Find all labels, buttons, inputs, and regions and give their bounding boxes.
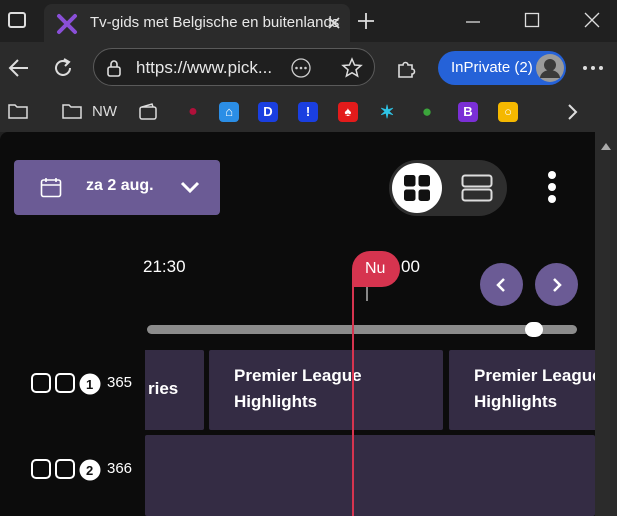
channel-logo-icon	[31, 373, 51, 393]
now-indicator-badge[interactable]: Nu	[352, 251, 400, 287]
favorite-red-icon[interactable]: ●	[183, 102, 203, 122]
program-card[interactable]: Premier League Highlights	[449, 350, 595, 430]
favorite-circle-icon[interactable]: ○	[498, 102, 518, 122]
grid-view-button[interactable]	[392, 163, 442, 213]
folder-icon[interactable]	[8, 102, 28, 120]
next-time-button[interactable]	[535, 263, 578, 306]
channel-number: 366	[107, 460, 133, 477]
channel-logo-icon	[31, 459, 51, 479]
timeline-scrollbar[interactable]	[147, 322, 577, 337]
list-view-icon[interactable]	[461, 174, 493, 202]
channel-number: 365	[107, 374, 133, 391]
extensions-icon[interactable]	[395, 56, 419, 80]
date-picker-button[interactable]: za 2 aug.	[14, 160, 220, 215]
timeline-time-label: 00	[401, 257, 420, 276]
favorite-d-icon[interactable]: D	[258, 102, 278, 122]
folder-icon	[62, 104, 82, 119]
favorite-label: NW	[92, 103, 117, 120]
chevron-left-icon	[496, 278, 505, 292]
program-card[interactable]: ries	[145, 350, 204, 430]
favorite-apple-icon[interactable]: ●	[417, 102, 437, 122]
site-favicon-icon	[57, 14, 77, 34]
tv-guide-page: za 2 aug. 21:30 00 1 365 2 366 ries Prem…	[0, 132, 595, 516]
more-page-options-icon[interactable]	[290, 58, 312, 78]
program-card[interactable]: Premier League Highlights	[209, 350, 443, 430]
favorite-home-icon[interactable]: ⌂	[219, 102, 239, 122]
sport-number: 1	[86, 377, 94, 392]
favorite-b-icon[interactable]: B	[458, 102, 478, 122]
minimize-icon[interactable]	[465, 14, 481, 30]
tab-bar: Tv-gids met Belgische en buitenlandse ze…	[0, 0, 617, 42]
scroll-up-icon[interactable]	[601, 142, 611, 150]
program-title: Premier League Highlights	[234, 366, 362, 411]
favorite-folder-nw[interactable]: NW	[62, 102, 122, 122]
refresh-icon[interactable]	[52, 57, 74, 79]
program-row	[145, 435, 595, 516]
now-indicator-line	[352, 283, 354, 516]
wallet-icon[interactable]	[138, 102, 158, 122]
view-toggle[interactable]	[389, 160, 507, 216]
settings-more-icon[interactable]	[582, 65, 604, 71]
back-icon[interactable]	[8, 57, 30, 79]
toolbar: https://www.pick... InPrivate (2)	[0, 42, 617, 92]
timeline-tick	[366, 287, 368, 301]
favorites-bar: NW ● ⌂ D ! ♠ ✶ ● B ○	[0, 92, 617, 132]
address-bar[interactable]: https://www.pick...	[93, 48, 375, 86]
date-label: za 2 aug.	[86, 177, 154, 194]
maximize-icon[interactable]	[524, 12, 540, 28]
more-options-icon[interactable]	[547, 170, 557, 204]
now-label: Nu	[365, 260, 386, 277]
favorite-alert-icon[interactable]: !	[298, 102, 318, 122]
calendar-icon	[40, 178, 62, 198]
url-text[interactable]: https://www.pick...	[136, 58, 272, 78]
program-row: ries Premier League Highlights Premier L…	[145, 350, 595, 430]
favorite-star-icon[interactable]	[341, 57, 363, 79]
program-card[interactable]	[145, 435, 595, 516]
tab-close-icon[interactable]	[327, 16, 341, 30]
chevron-right-icon[interactable]	[566, 103, 578, 121]
sport-number: 2	[86, 463, 94, 478]
tab-title: Tv-gids met Belgische en buitenlandse ze…	[90, 14, 340, 31]
previous-time-button[interactable]	[480, 263, 523, 306]
avatar	[536, 54, 564, 82]
favorite-star-icon[interactable]: ✶	[377, 102, 397, 122]
inprivate-label: InPrivate (2)	[451, 59, 533, 76]
channel-logo-icon	[55, 459, 75, 479]
page-scrollbar[interactable]	[595, 132, 617, 516]
tab-active[interactable]: Tv-gids met Belgische en buitenlandse ze…	[44, 4, 350, 42]
favorite-santander-icon[interactable]: ♠	[338, 102, 358, 122]
chevron-down-icon	[180, 181, 200, 194]
grid-icon	[404, 175, 430, 201]
new-tab-icon[interactable]	[356, 11, 376, 31]
close-window-icon[interactable]	[584, 12, 600, 28]
program-title: Premier League Highlights	[474, 366, 595, 411]
channel-logo-icon	[55, 373, 75, 393]
tab-actions-icon[interactable]	[8, 12, 26, 28]
lock-icon[interactable]	[106, 59, 122, 77]
timeline-scroll-handle[interactable]	[525, 322, 544, 337]
program-title: ries	[148, 379, 179, 398]
channel-row-366[interactable]: 2 366	[31, 459, 143, 483]
timeline-time-label: 21:30	[143, 257, 186, 276]
inprivate-button[interactable]: InPrivate (2)	[438, 51, 566, 85]
chevron-right-icon	[553, 278, 562, 292]
channel-row-365[interactable]: 1 365	[31, 373, 143, 397]
